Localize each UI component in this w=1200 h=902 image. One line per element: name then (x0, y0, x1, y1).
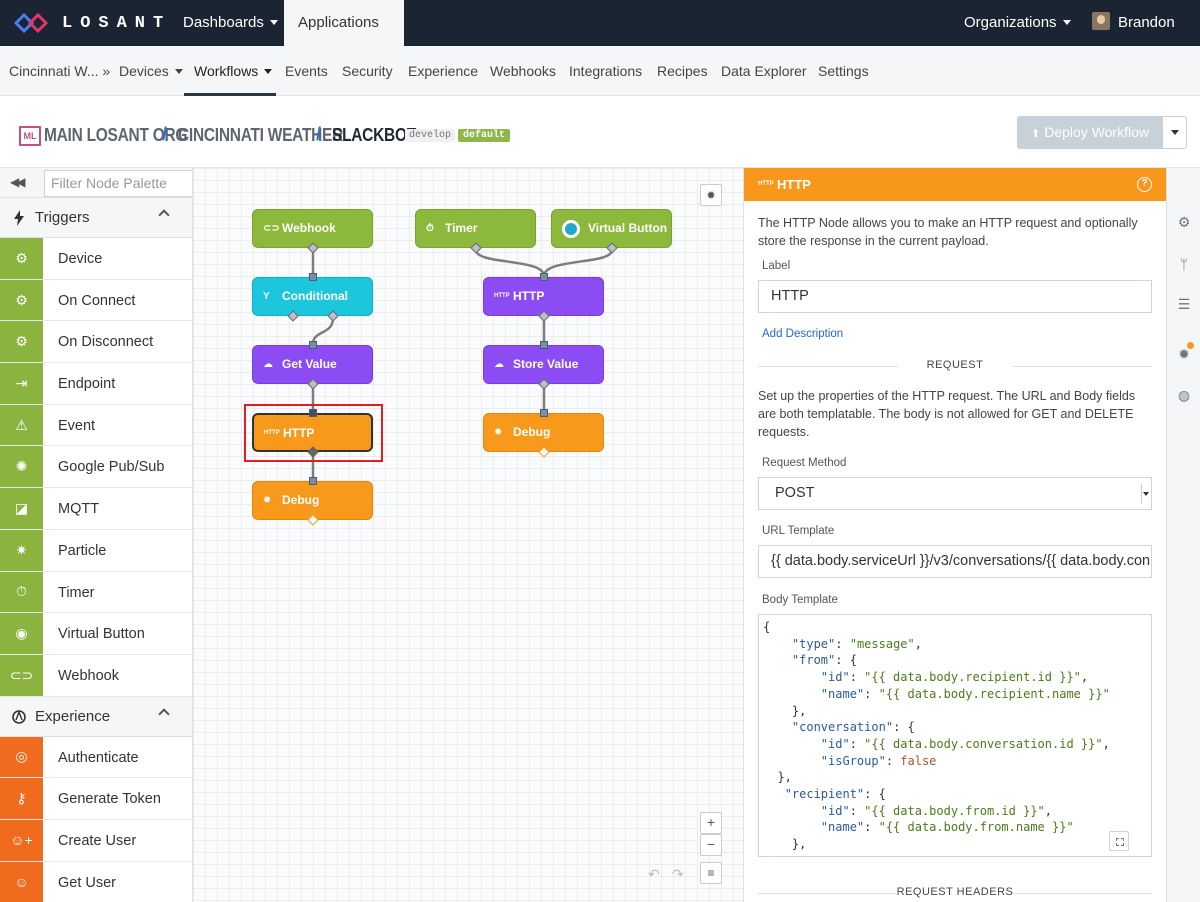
http-icon: HTTP (494, 293, 510, 299)
code-line: "conversation": { (791, 720, 915, 735)
panel-title: HTTP (777, 177, 811, 192)
conditional-node[interactable]: Y Conditional (252, 277, 373, 316)
label-input[interactable]: HTTP (758, 280, 1152, 313)
help-icon[interactable]: ? (1137, 177, 1152, 192)
code-line: "type": "message", (791, 636, 922, 651)
undo-icon[interactable]: ↶ (648, 866, 660, 883)
bug-icon: ✹ (494, 427, 503, 438)
panel-header: HTTP HTTP ? (744, 168, 1166, 201)
request-method-select[interactable]: POST (758, 477, 1152, 510)
database-icon[interactable]: ☰ (1176, 296, 1192, 312)
node-description: The HTTP Node allows you to make an HTTP… (758, 216, 1138, 248)
canvas-settings-button[interactable]: ✹ (700, 184, 722, 206)
canvas-menu-button[interactable]: ≡ (700, 862, 722, 884)
branch-icon: Y (263, 291, 270, 302)
zoom-out-button[interactable]: − (700, 834, 722, 856)
code-line: "name": "{{ data.body.from.name }}" (820, 820, 1074, 835)
input-port[interactable] (309, 341, 317, 349)
code-line: "from": { (791, 653, 857, 668)
code-line: }, (763, 837, 807, 852)
bug-icon: ✹ (706, 190, 716, 202)
url-caption: URL Template (762, 525, 835, 537)
add-description-link[interactable]: Add Description (762, 328, 843, 340)
body-template-editor[interactable]: { "type": "message", "from": { "id": "{{… (758, 614, 1152, 857)
redo-icon[interactable]: ↷ (672, 866, 684, 883)
gear-icon[interactable]: ⚙ (1176, 214, 1192, 230)
input-port[interactable] (309, 273, 317, 281)
chevron-down-icon (1141, 484, 1149, 504)
link-icon: ⊂⊃ (263, 223, 280, 234)
url-template-input[interactable]: {{ data.body.serviceUrl }}/v3/conversati… (758, 545, 1152, 578)
bug-icon: ✹ (263, 495, 272, 506)
request-headers-heading: REQUEST HEADERS (758, 886, 1152, 898)
code-line: "recipient": { (784, 787, 886, 802)
http-icon: HTTP (758, 181, 774, 187)
debug-log-icon[interactable]: ✹ (1176, 342, 1194, 362)
code-line: }, (763, 703, 807, 718)
request-section-heading: REQUEST (758, 359, 1152, 371)
notification-dot (1187, 342, 1194, 349)
code-line: "isGroup": false (820, 753, 937, 768)
code-line: "name": "{{ data.body.recipient.name }}" (820, 686, 1110, 701)
code-line: { (763, 620, 771, 634)
code-line: }, (763, 770, 792, 785)
code-line: "id": "{{ data.body.conversation.id }}", (820, 736, 1110, 751)
cloud-upload-icon: ☁ (494, 359, 504, 370)
code-line: "id": "{{ data.body.recipient.id }}", (820, 670, 1089, 685)
virtual-button-icon[interactable] (562, 220, 580, 238)
cloud-download-icon: ☁ (263, 359, 273, 370)
node-properties-panel: HTTP HTTP ? The HTTP Node allows you to … (743, 168, 1166, 902)
input-port[interactable] (309, 409, 317, 417)
request-help-text: Set up the properties of the HTTP reques… (758, 389, 1136, 439)
input-port[interactable] (540, 341, 548, 349)
globe-icon[interactable]: ◍ (1176, 387, 1192, 403)
body-caption: Body Template (762, 594, 838, 606)
zoom-in-button[interactable]: + (700, 812, 722, 834)
expand-editor-icon[interactable] (1109, 831, 1129, 851)
method-caption: Request Method (762, 457, 847, 469)
input-port[interactable] (309, 477, 317, 485)
code-line: "id": "{{ data.body.from.id }}", (820, 803, 1053, 818)
label-caption: Label (762, 260, 791, 272)
versions-icon[interactable]: ᛘ (1176, 256, 1192, 272)
input-port[interactable] (540, 273, 548, 281)
input-port[interactable] (540, 409, 548, 417)
hamburger-icon: ≡ (707, 866, 715, 880)
right-tool-rail: ⚙ ᛘ ☰ ✹ ◍ (1166, 168, 1200, 902)
stopwatch-icon: ⏱ (426, 223, 434, 234)
